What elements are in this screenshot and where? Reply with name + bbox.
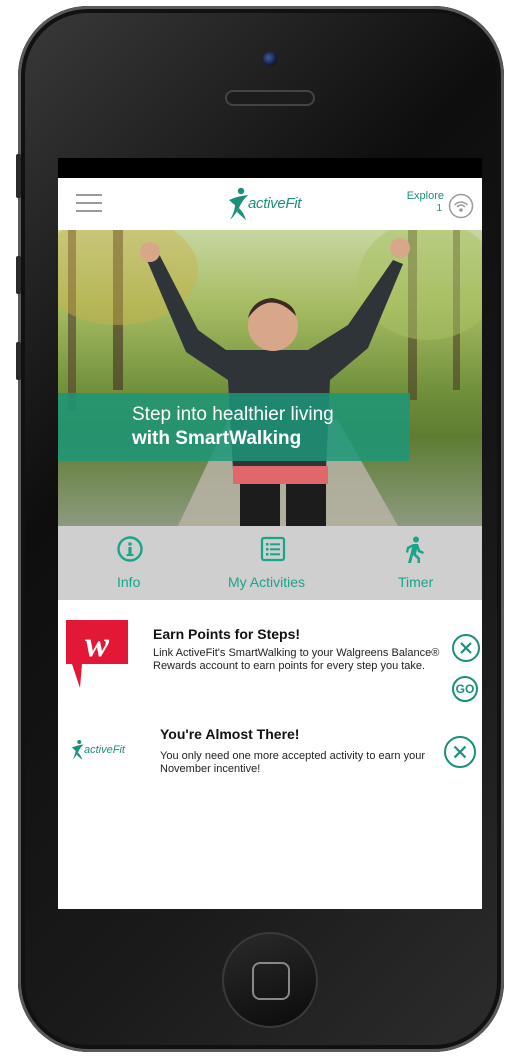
hero-photo-illustration <box>58 230 482 526</box>
hero-banner: Step into healthier living with SmartWal… <box>58 393 410 461</box>
home-button-square-icon <box>252 962 290 1000</box>
svg-text:w: w <box>85 624 110 664</box>
tab-info[interactable]: Info <box>100 526 160 600</box>
tab-timer[interactable]: Timer <box>388 526 448 600</box>
dismiss-earn-points-button[interactable] <box>452 634 480 662</box>
activefit-small-logo: activeFit <box>70 736 140 766</box>
status-bar <box>58 158 482 178</box>
list-icon <box>260 536 286 562</box>
earn-points-body: Link ActiveFit's SmartWalking to your Wa… <box>153 647 440 672</box>
explore-button[interactable]: Explore 1 <box>394 189 474 221</box>
logo-text: activeFit <box>248 195 302 212</box>
activefit-small-logo-text: activeFit <box>84 744 125 756</box>
explore-count: 1 <box>436 203 442 214</box>
dismiss-almost-there-button[interactable] <box>444 736 476 768</box>
go-button[interactable]: GO <box>452 676 478 702</box>
hero-image: Step into healthier living with SmartWal… <box>58 230 482 526</box>
hero-line-2: with SmartWalking <box>132 428 302 449</box>
explore-signal-icon <box>448 193 474 219</box>
close-icon <box>460 642 472 654</box>
close-icon <box>453 745 467 759</box>
front-camera <box>263 52 277 66</box>
activefit-logo: activeFit <box>226 186 316 222</box>
almost-there-title: You're Almost There! <box>160 726 300 742</box>
tab-my-activities-label: My Activities <box>228 574 306 590</box>
tab-bar: Info My Activities Timer <box>58 526 482 600</box>
phone-screen: activeFit Explore 1 Step into healthier … <box>58 158 482 909</box>
go-button-label: GO <box>455 682 475 696</box>
app-header: activeFit Explore 1 <box>58 178 482 231</box>
tab-timer-label: Timer <box>398 574 434 590</box>
almost-there-card: activeFit You're Almost There! You only … <box>58 720 482 800</box>
volume-down-button <box>16 342 21 380</box>
explore-label: Explore <box>406 190 444 202</box>
tab-info-label: Info <box>117 574 141 590</box>
hamburger-menu-icon[interactable] <box>76 194 102 214</box>
tab-my-activities[interactable]: My Activities <box>218 526 328 600</box>
silent-switch <box>16 154 21 198</box>
volume-up-button <box>16 256 21 294</box>
info-icon <box>117 536 143 562</box>
walking-person-icon <box>406 536 424 563</box>
almost-there-body: You only need one more accepted activity… <box>160 750 425 775</box>
hero-line-1: Step into healthier living <box>132 404 334 425</box>
earpiece-speaker <box>225 90 315 106</box>
hero-headline: Step into healthier living with SmartWal… <box>132 403 334 451</box>
walgreens-logo: w <box>66 620 128 688</box>
earn-points-card: w Earn Points for Steps! Link ActiveFit'… <box>58 600 482 710</box>
earn-points-title: Earn Points for Steps! <box>153 626 301 642</box>
